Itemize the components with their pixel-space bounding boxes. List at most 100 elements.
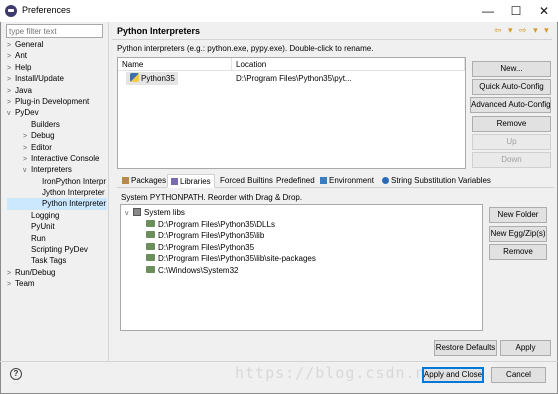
move-up-button[interactable]: Up <box>472 134 551 150</box>
tab-forced-builtins[interactable]: Forced Builtins <box>217 174 276 187</box>
tree-item-label: Logging <box>31 210 60 220</box>
new-folder-button[interactable]: New Folder <box>489 207 547 223</box>
table-row[interactable]: Python35 D:\Program Files\Python35\pyt..… <box>118 72 465 85</box>
tree-item-label: Scripting PyDev <box>31 245 88 255</box>
page-description: Python interpreters (e.g.: python.exe, p… <box>117 44 374 53</box>
package-icon <box>122 177 129 184</box>
chevron-right-icon: > <box>7 98 12 106</box>
close-button[interactable]: ✕ <box>530 0 558 22</box>
tree-item-label: IronPython Interpr <box>42 176 107 186</box>
apply-and-close-button[interactable]: Apply and Close <box>422 367 484 383</box>
library-path: D:\Program Files\Python35 <box>158 242 255 252</box>
tab-packages[interactable]: Packages <box>119 174 169 187</box>
tree-item-java[interactable]: > Java <box>7 85 107 96</box>
cancel-button[interactable]: Cancel <box>491 367 546 383</box>
chevron-right-icon: > <box>7 76 12 84</box>
filter-field[interactable] <box>6 24 103 38</box>
tree-item-team[interactable]: > Team <box>7 278 107 289</box>
tree-item-run[interactable]: Run <box>7 233 107 244</box>
tree-item-plugin-development[interactable]: > Plug-in Development <box>7 96 107 107</box>
tree-item-help[interactable]: > Help <box>7 62 107 73</box>
tab-environment[interactable]: Environment <box>317 174 377 187</box>
new-interpreter-button[interactable]: New... <box>472 61 551 77</box>
interpreter-name: Python35 <box>141 74 175 83</box>
tree-item-logging[interactable]: Logging <box>7 210 107 221</box>
quick-auto-config-button[interactable]: Quick Auto-Config <box>472 79 551 95</box>
filter-input[interactable] <box>7 25 102 37</box>
tree-item-pydev[interactable]: v PyDev <box>7 107 107 118</box>
apply-button[interactable]: Apply <box>500 340 551 356</box>
advanced-auto-config-button[interactable]: Advanced Auto-Config <box>470 97 551 113</box>
tree-item-label: Builders <box>31 119 60 129</box>
history-nav-icons[interactable]: ⇦ ▾ ⇨ ▾ ▾ <box>494 25 551 36</box>
list-item[interactable]: D:\Program Files\Python35 <box>125 242 480 254</box>
tab-string-substitution-variables[interactable]: String Substitution Variables <box>379 174 494 187</box>
tree-item-builders[interactable]: Builders <box>7 119 107 130</box>
tree-item-editor[interactable]: > Editor <box>7 142 107 153</box>
tab-label: String Substitution Variables <box>391 176 491 185</box>
list-item[interactable]: D:\Program Files\Python35\lib <box>125 230 480 242</box>
preferences-tree: > General > Ant > Help > Install/Update > Jav… <box>7 39 107 290</box>
interpreters-table[interactable]: Name Location Python35 D:\Program Files\… <box>117 57 466 169</box>
tree-item-label: Run/Debug <box>15 267 56 277</box>
maximize-button[interactable]: ☐ <box>502 0 530 22</box>
tree-item-label: Interactive Console <box>31 153 100 163</box>
tree-item-label: Java <box>15 85 32 95</box>
list-item[interactable]: D:\Program Files\Python35\lib\site-packa… <box>125 253 480 265</box>
tab-label: Forced Builtins <box>220 176 273 185</box>
tree-item-general[interactable]: > General <box>7 39 107 50</box>
tab-predefined[interactable]: Predefined <box>273 174 318 187</box>
footer-divider <box>0 361 558 362</box>
remove-library-button[interactable]: Remove <box>489 244 547 260</box>
column-header-name[interactable]: Name <box>118 58 232 71</box>
chevron-right-icon: > <box>7 53 12 61</box>
tree-item-ant[interactable]: > Ant <box>7 50 107 61</box>
python-icon <box>130 73 139 82</box>
chevron-right-icon: > <box>23 144 28 152</box>
tree-item-run-debug[interactable]: > Run/Debug <box>7 267 107 278</box>
tree-item-pyunit[interactable]: PyUnit <box>7 221 107 232</box>
eclipse-app-icon <box>5 5 17 17</box>
tree-item-label: General <box>15 40 44 49</box>
tree-item-jython-interpreter[interactable]: Jython Interpreter <box>7 187 107 198</box>
new-egg-zip-button[interactable]: New Egg/Zip(s) <box>489 226 547 242</box>
chevron-down-icon: v <box>23 167 27 175</box>
tree-item-label: Team <box>15 279 35 289</box>
list-item[interactable]: C:\Windows\System32 <box>125 265 480 277</box>
library-path: C:\Windows\System32 <box>158 265 239 275</box>
tree-item-label: Help <box>15 62 32 72</box>
tree-item-label: Ant <box>15 51 28 61</box>
chevron-right-icon: > <box>7 281 12 289</box>
list-item[interactable]: D:\Program Files\Python35\DLLs <box>125 219 480 231</box>
tree-item-python-interpreter[interactable]: Python Interpreter <box>7 198 107 210</box>
sash-divider[interactable] <box>108 22 109 362</box>
window-title: Preferences <box>22 5 71 15</box>
system-libs-tree[interactable]: v System libs D:\Program Files\Python35\D… <box>120 204 483 331</box>
tab-libraries[interactable]: Libraries <box>167 174 215 188</box>
tree-item-label: Install/Update <box>15 74 64 84</box>
column-header-location[interactable]: Location <box>232 58 465 71</box>
tree-item-interactive-console[interactable]: > Interactive Console <box>7 153 107 164</box>
tree-item-interpreters[interactable]: v Interpreters <box>7 164 107 175</box>
tab-label: Libraries <box>180 177 211 186</box>
tab-label: Packages <box>131 176 167 185</box>
tree-item-system-libs[interactable]: v System libs <box>125 207 480 219</box>
move-down-button[interactable]: Down <box>472 152 551 168</box>
tree-item-scripting-pydev[interactable]: Scripting PyDev <box>7 244 107 255</box>
tree-item-task-tags[interactable]: Task Tags <box>7 255 107 266</box>
interpreter-name-cell: Python35 <box>126 72 178 85</box>
tree-item-install-update[interactable]: > Install/Update <box>7 73 107 84</box>
tree-item-label: Editor <box>31 142 52 152</box>
tree-item-debug[interactable]: > Debug <box>7 130 107 141</box>
interpreter-location: D:\Program Files\Python35\pyt... <box>236 74 352 83</box>
folder-icon <box>146 254 155 261</box>
tree-item-label: Jython Interpreter <box>42 188 105 198</box>
restore-defaults-button[interactable]: Restore Defaults <box>434 340 497 356</box>
minimize-button[interactable]: — <box>474 0 502 22</box>
chevron-down-icon: v <box>7 110 11 118</box>
remove-interpreter-button[interactable]: Remove <box>472 116 551 132</box>
chevron-right-icon: > <box>7 87 12 95</box>
help-icon[interactable]: ? <box>10 368 22 380</box>
chevron-down-icon: v <box>125 210 129 217</box>
tree-item-ironpython-interpreter[interactable]: IronPython Interpr <box>7 176 107 187</box>
